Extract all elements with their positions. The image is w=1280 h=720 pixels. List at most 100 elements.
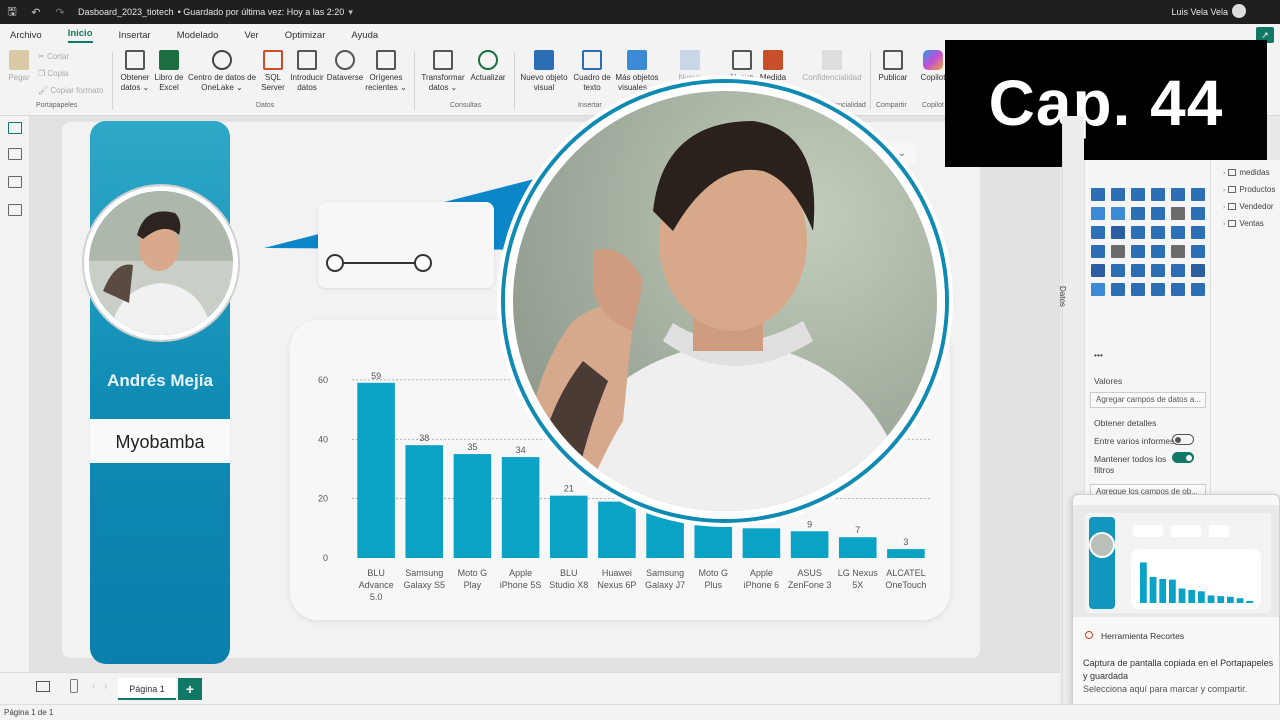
table-view-icon[interactable] (8, 148, 22, 160)
textbox-button[interactable]: Cuadro de texto (570, 50, 614, 93)
chevron-right-icon[interactable]: › (1223, 204, 1225, 211)
excel-button[interactable]: Libro de Excel (152, 50, 186, 93)
visual-type-icon[interactable] (1131, 226, 1145, 239)
slider-track[interactable] (334, 262, 424, 264)
chart-bar[interactable] (453, 454, 492, 558)
user-avatar-icon[interactable] (1232, 4, 1246, 18)
chart-bar[interactable] (838, 537, 877, 558)
tab-optimizar[interactable]: Optimizar (285, 30, 326, 41)
format-painter-button[interactable]: 🖌 Copiar formato (38, 86, 103, 95)
visual-type-icon[interactable] (1111, 283, 1125, 296)
visual-type-icon[interactable] (1171, 226, 1185, 239)
table-item-ventas[interactable]: › Ventas (1223, 219, 1264, 228)
paste-button[interactable]: Pegar (6, 50, 32, 83)
chart-bar[interactable] (742, 528, 781, 558)
visual-type-icon[interactable] (1151, 264, 1165, 277)
mobile-layout-icon[interactable] (70, 679, 78, 693)
chart-bar[interactable] (887, 549, 925, 558)
refresh-button[interactable]: Actualizar (466, 50, 510, 83)
visual-type-icon[interactable] (1191, 283, 1205, 296)
desktop-layout-icon[interactable] (36, 681, 50, 692)
slider-handle-min[interactable] (326, 254, 344, 272)
visual-type-icon[interactable] (1151, 245, 1165, 258)
visual-type-icon[interactable] (1191, 188, 1205, 201)
chart-bar[interactable] (357, 382, 395, 558)
chevron-down-icon[interactable]: ▾ (348, 7, 353, 18)
sql-server-button[interactable]: SQL Server (258, 50, 288, 93)
page-tab-1[interactable]: Página 1 (118, 678, 176, 700)
report-view-icon[interactable] (8, 122, 22, 134)
visual-type-icon[interactable] (1191, 226, 1205, 239)
more-visuals-ellipsis[interactable]: ••• (1094, 350, 1103, 360)
visual-type-icon[interactable] (1111, 188, 1125, 201)
chevron-right-icon[interactable]: › (1223, 221, 1225, 228)
save-icon[interactable]: 🖫 (0, 3, 24, 22)
enter-data-button[interactable]: Introducir datos (288, 50, 326, 93)
visual-type-icon[interactable] (1111, 207, 1125, 220)
chart-bar[interactable] (790, 531, 829, 558)
transform-data-button[interactable]: Transformar datos ⌄ (420, 50, 466, 93)
visual-type-icon[interactable] (1171, 188, 1185, 201)
visual-type-icon[interactable] (1171, 245, 1185, 258)
redo-icon[interactable]: ↷ (48, 6, 72, 19)
visual-type-icon[interactable] (1091, 264, 1105, 277)
tab-insertar[interactable]: Insertar (119, 30, 151, 41)
quick-measure-button[interactable]: Nueva (728, 50, 756, 83)
values-drop-field[interactable]: Agregar campos de datos a... (1090, 392, 1206, 408)
visual-type-icon[interactable] (1091, 245, 1105, 258)
get-data-button[interactable]: Obtener datos ⌄ (118, 50, 152, 93)
tab-inicio[interactable]: Inicio (67, 28, 93, 43)
visual-type-icon[interactable] (1191, 245, 1205, 258)
chart-bar[interactable] (501, 457, 540, 558)
visual-type-icon[interactable] (1111, 226, 1125, 239)
visual-type-icon[interactable] (1091, 207, 1105, 220)
tab-modelado[interactable]: Modelado (177, 30, 219, 41)
chevron-right-icon[interactable]: › (1223, 187, 1225, 194)
add-page-button[interactable]: + (178, 678, 202, 700)
sensitivity-button[interactable]: Confidencialidad (796, 50, 868, 83)
tab-ver[interactable]: Ver (244, 30, 258, 41)
visual-type-icon[interactable] (1091, 188, 1105, 201)
chart-bar[interactable] (405, 445, 444, 558)
visual-type-icon[interactable] (1131, 207, 1145, 220)
dataverse-button[interactable]: Dataverse (326, 50, 364, 83)
visual-type-icon[interactable] (1131, 245, 1145, 258)
visual-type-icon[interactable] (1171, 264, 1185, 277)
visual-type-icon[interactable] (1091, 283, 1105, 296)
tab-ayuda[interactable]: Ayuda (351, 30, 378, 41)
table-item-vendedor[interactable]: › Vendedor (1223, 202, 1274, 211)
notification-action[interactable]: Selecciona aquí para marcar y compartir. (1083, 684, 1247, 694)
more-visuals-button[interactable]: Más objetos visuales ⌄ (614, 50, 660, 93)
onelake-button[interactable]: Centro de datos de OneLake ⌄ (186, 50, 258, 93)
tab-archivo[interactable]: Archivo (10, 30, 42, 41)
keep-filters-toggle[interactable] (1172, 452, 1194, 463)
range-slicer[interactable] (318, 202, 494, 288)
undo-icon[interactable]: ↶ (24, 6, 48, 19)
visual-type-icon[interactable] (1151, 188, 1165, 201)
table-item-productos[interactable]: › Productos (1223, 185, 1275, 194)
new-visual-button[interactable]: Nuevo objeto visual (518, 50, 570, 93)
visual-type-icon[interactable] (1131, 264, 1145, 277)
publish-button[interactable]: Publicar (874, 50, 912, 83)
model-view-icon[interactable] (8, 176, 22, 188)
chevron-right-icon[interactable]: › (104, 681, 107, 692)
recent-sources-button[interactable]: Orígenes recientes ⌄ (364, 50, 408, 93)
visual-type-icon[interactable] (1131, 188, 1145, 201)
visual-type-icon[interactable] (1191, 264, 1205, 277)
visual-type-icon[interactable] (1111, 245, 1125, 258)
chart-bar[interactable] (598, 501, 636, 558)
copy-button[interactable]: ❐ Copia (38, 69, 68, 78)
visual-type-icon[interactable] (1091, 226, 1105, 239)
measure-button[interactable]: Medida (756, 50, 790, 83)
chart-bar[interactable] (694, 525, 733, 558)
snipping-notification[interactable]: Herramienta Recortes Captura de pantalla… (1072, 494, 1280, 708)
chart-bar[interactable] (549, 495, 588, 558)
table-item-medidas[interactable]: › medidas (1223, 168, 1270, 177)
copilot-button[interactable]: Copilot (918, 50, 948, 83)
cross-report-toggle[interactable] (1172, 434, 1194, 445)
chevron-left-icon[interactable]: ‹ (92, 681, 95, 692)
visual-type-icon[interactable] (1131, 283, 1145, 296)
visual-type-icon[interactable] (1171, 207, 1185, 220)
chart-bar[interactable] (646, 507, 684, 558)
visual-type-icon[interactable] (1171, 283, 1185, 296)
